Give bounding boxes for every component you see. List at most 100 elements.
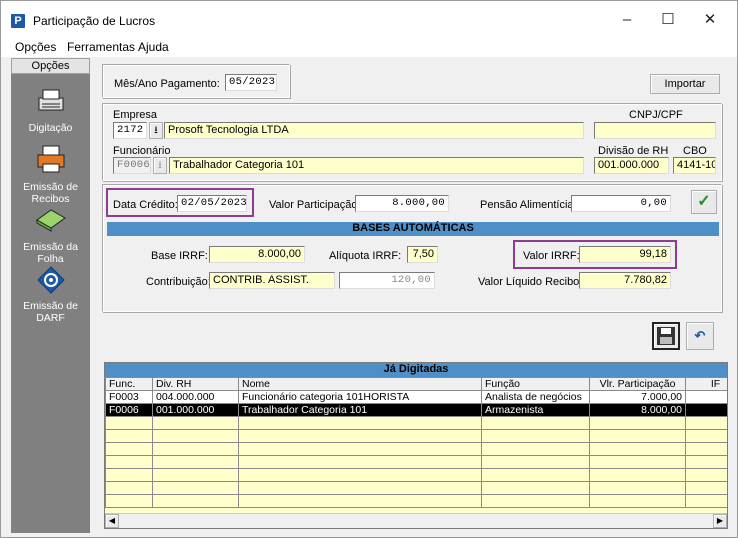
maximize-button[interactable]: ☐ [653, 9, 683, 33]
column-header[interactable]: Func. [105, 377, 153, 391]
table-cell [105, 429, 153, 443]
table-cell: Armazenista [481, 403, 590, 417]
table-row[interactable]: F0003 004.000.000 Funcionário categoria 10… [105, 390, 727, 404]
cbo-field: 4141-10 [673, 157, 716, 174]
table-cell: Funcionário categoria 101HORISTA [238, 390, 482, 404]
horizontal-scrollbar[interactable]: ◀ ▶ [105, 513, 727, 528]
app-logo-icon: P [11, 14, 25, 28]
close-button[interactable]: ✕ [695, 9, 725, 33]
table-cell [481, 494, 590, 508]
table-row[interactable] [105, 481, 727, 495]
menu-opcoes[interactable]: Opções [15, 40, 56, 54]
scroll-right-button[interactable]: ▶ [713, 514, 727, 528]
funcionario-code-input[interactable]: F0006 [113, 157, 151, 174]
column-header[interactable]: IF [685, 377, 727, 391]
typewriter-icon [38, 89, 64, 111]
table-row[interactable] [105, 442, 727, 456]
grid-title: Já Digitadas [105, 363, 727, 377]
printer-icon [37, 145, 65, 173]
table-cell [589, 481, 686, 495]
undo-button[interactable]: ↶ [686, 322, 714, 350]
column-header[interactable]: Função [481, 377, 590, 391]
table-row[interactable] [105, 416, 727, 430]
menu-ajuda[interactable]: Ajuda [138, 40, 169, 54]
download-arrow-icon: ⭳ [154, 125, 158, 136]
table-row[interactable] [105, 455, 727, 469]
table-cell [152, 468, 239, 482]
download-arrow-icon: ⭳ [158, 160, 162, 171]
table-cell [238, 481, 482, 495]
empresa-group: Empresa 2172 ⭳ Prosoft Tecnologia LTDA C… [102, 103, 722, 181]
aliquota-field: 7,50 [407, 246, 438, 263]
empresa-lookup-button[interactable]: ⭳ [149, 122, 163, 139]
table-cell [481, 468, 590, 482]
table-cell [685, 468, 727, 482]
valor-participacao-label: Valor Participação: [269, 199, 361, 211]
valor-irrf-field: 99,18 [579, 246, 671, 263]
table-cell [238, 442, 482, 456]
table-cell [105, 416, 153, 430]
table-cell [481, 481, 590, 495]
table-cell [589, 416, 686, 430]
title-bar: P Participação de Lucros – ☐ ✕ [1, 1, 737, 37]
menu-ferramentas[interactable]: Ferramentas [67, 40, 135, 54]
table-cell [685, 429, 727, 443]
column-header[interactable]: Div. RH [152, 377, 239, 391]
funcionario-lookup-button[interactable]: ⭳ [153, 157, 167, 174]
values-group: Data Crédito: 02/05/2023 Valor Participa… [102, 184, 722, 312]
table-cell [152, 494, 239, 508]
table-cell [152, 442, 239, 456]
valor-irrf-label: Valor IRRF: [523, 250, 580, 262]
scroll-left-button[interactable]: ◀ [105, 514, 119, 528]
table-header-row: Func. Div. RH Nome Função Vlr. Participação I… [105, 377, 727, 391]
empresa-name-field: Prosoft Tecnologia LTDA [164, 122, 584, 139]
bases-header: BASES AUTOMÁTICAS [107, 222, 719, 236]
mes-ano-input[interactable]: 05/2023 [225, 74, 277, 91]
importar-button[interactable]: Importar [650, 74, 720, 94]
valor-participacao-input[interactable]: 8.000,00 [355, 195, 449, 212]
table-cell: 7.000,00 [589, 390, 686, 404]
confirm-button[interactable]: ✓ [691, 190, 717, 214]
table-cell: 001.000.000 [152, 403, 239, 417]
grid-panel: Já Digitadas Func. Div. RH Nome Função Vlr. … [104, 362, 728, 529]
liquido-label: Valor Líquido Recibo: [478, 276, 583, 288]
table-cell: 8.000,00 [589, 403, 686, 417]
table-cell [481, 442, 590, 456]
table-row[interactable] [105, 468, 727, 482]
table-cell [685, 455, 727, 469]
column-header[interactable]: Nome [238, 377, 482, 391]
contribuicao-value-field: 120,00 [339, 272, 435, 289]
window-title: Participação de Lucros [33, 14, 156, 28]
base-irrf-field: 8.000,00 [209, 246, 305, 263]
table-cell: F0006 [105, 403, 153, 417]
table-cell [105, 481, 153, 495]
table-row[interactable] [105, 429, 727, 443]
contribuicao-label: Contribuição: [146, 276, 211, 288]
table-cell [589, 494, 686, 508]
table-cell [481, 416, 590, 430]
save-button[interactable] [652, 322, 680, 350]
sidebar: Opções Digitação Emissão de Recibos Emis… [11, 58, 90, 533]
table-cell [685, 416, 727, 430]
cnpj-field [594, 122, 716, 139]
aliquota-label: Alíquota IRRF: [329, 250, 402, 262]
table-cell: F0003 [105, 390, 153, 404]
table-cell [105, 455, 153, 469]
cnpj-label: CNPJ/CPF [629, 109, 683, 121]
table-row[interactable]: F0006 001.000.000 Trabalhador Categoria 10… [105, 403, 727, 417]
table-cell [685, 403, 727, 417]
table-cell [152, 481, 239, 495]
funcionario-label: Funcionário [113, 145, 171, 157]
app-window: P Participação de Lucros – ☐ ✕ Opções Fe… [0, 0, 738, 538]
empresa-code-input[interactable]: 2172 [113, 122, 147, 139]
sidebar-item-label: Emissão da Folha [23, 241, 78, 265]
table-cell [589, 442, 686, 456]
divisao-field: 001.000.000 [594, 157, 669, 174]
table-row[interactable] [105, 494, 727, 508]
period-group: Mês/Ano Pagamento: 05/2023 [102, 64, 290, 98]
base-irrf-label: Base IRRF: [151, 250, 208, 262]
pensao-input[interactable]: 0,00 [571, 195, 671, 212]
undo-arrow-icon: ↶ [694, 328, 706, 343]
column-header[interactable]: Vlr. Participação [589, 377, 686, 391]
minimize-button[interactable]: – [612, 9, 642, 33]
